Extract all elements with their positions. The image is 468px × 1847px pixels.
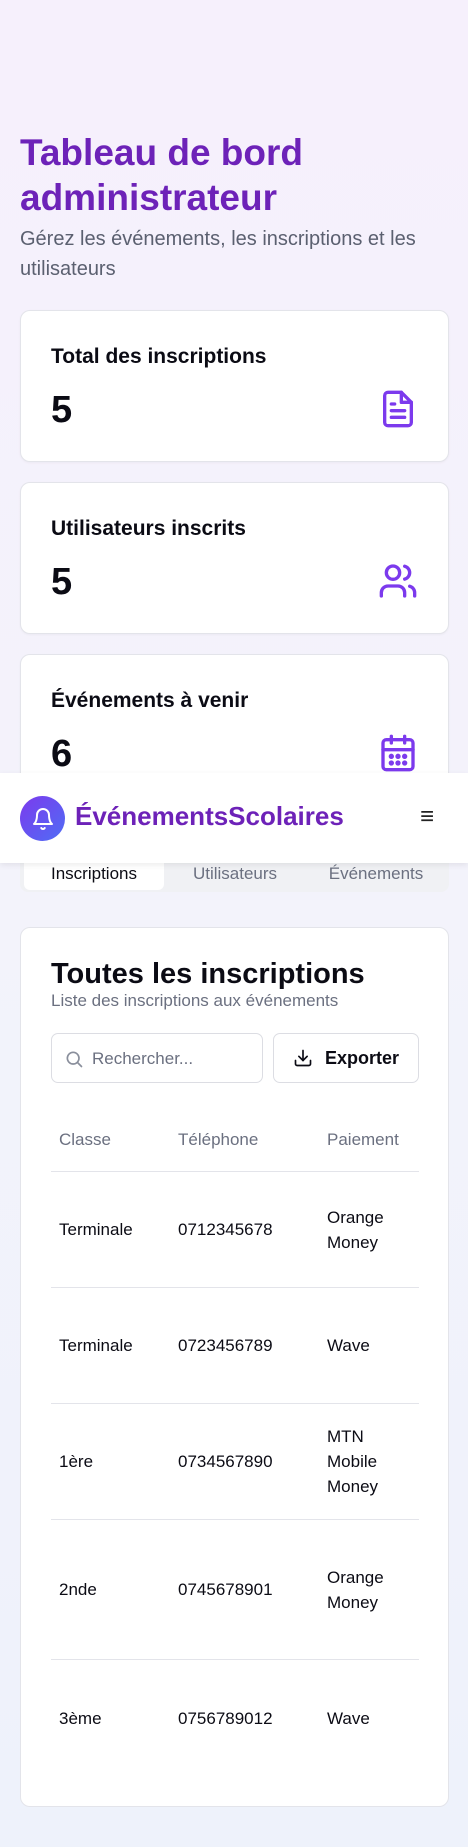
tab-list: Inscriptions Utilisateurs Événements: [20, 858, 449, 892]
table-row[interactable]: 2nde 0745678901 Orange Money: [51, 1520, 419, 1660]
cell-paiement: Orange Money: [327, 1567, 384, 1612]
cell-classe: Terminale: [59, 1336, 133, 1355]
cell-telephone: 0756789012: [178, 1708, 273, 1728]
navbar: ÉvénementsScolaires ≡: [0, 773, 468, 863]
cell-telephone: 0723456789: [178, 1336, 273, 1355]
table-row[interactable]: Terminale 0712345678 Orange Money: [51, 1172, 419, 1288]
cell-telephone: 0712345678: [178, 1220, 273, 1239]
cell-classe: 3ème: [59, 1708, 102, 1728]
stat-value: 6: [51, 733, 73, 775]
download-icon: [294, 1049, 312, 1067]
table-row[interactable]: Terminale 0723456789 Wave: [51, 1288, 419, 1404]
cell-paiement: MTN Mobile Money: [327, 1427, 379, 1496]
bell-icon[interactable]: [20, 796, 65, 841]
stat-value: 5: [51, 389, 73, 431]
card-title: Toutes les inscriptions: [51, 958, 365, 990]
column-header-telephone[interactable]: Téléphone: [178, 1108, 318, 1172]
stat-label: Événements à venir: [51, 689, 249, 712]
stat-label: Utilisateurs inscrits: [51, 517, 246, 540]
stat-card-utilisateurs: Utilisateurs inscrits 5: [20, 482, 449, 634]
inscriptions-card: Toutes les inscriptions Liste des inscri…: [20, 927, 449, 1807]
cell-classe: 1ère: [59, 1452, 94, 1471]
menu-icon[interactable]: ≡: [420, 803, 434, 831]
export-button[interactable]: Exporter: [273, 1033, 419, 1083]
page-header: Tableau de bord administrateur Gérez les…: [20, 130, 450, 284]
page-title: Tableau de bord administrateur: [20, 132, 304, 218]
cell-paiement: Wave: [327, 1336, 370, 1355]
cell-paiement: Orange Money: [327, 1207, 384, 1252]
brand-name[interactable]: ÉvénementsScolaires: [75, 801, 344, 832]
stat-value: 5: [51, 561, 73, 603]
cell-classe: Terminale: [59, 1220, 133, 1239]
table-row[interactable]: 1ère 0734567890 MTN Mobile Money: [51, 1404, 419, 1520]
search-box: [51, 1033, 263, 1083]
search-input[interactable]: [92, 1046, 252, 1072]
inscriptions-table: Classe Téléphone Paiement Terminale 0712…: [51, 1108, 419, 1776]
calendar-icon: [378, 733, 418, 773]
table-row[interactable]: 3ème 0756789012 Wave: [51, 1660, 419, 1776]
document-icon: [378, 389, 418, 429]
page-subtitle: Gérez les événements, les inscriptions e…: [20, 228, 416, 280]
table-header: Classe Téléphone Paiement: [51, 1108, 419, 1172]
export-label: Exporter: [324, 1047, 400, 1068]
users-icon: [378, 561, 418, 601]
cell-telephone: 0745678901: [178, 1580, 273, 1599]
cell-paiement: Wave: [327, 1708, 370, 1728]
cell-telephone: 0734567890: [178, 1452, 273, 1471]
cell-classe: 2nde: [59, 1580, 97, 1599]
stat-card-total-inscriptions: Total des inscriptions 5: [20, 310, 449, 462]
search-icon: [66, 1051, 83, 1068]
column-header-paiement[interactable]: Paiement: [327, 1108, 417, 1172]
column-header-classe[interactable]: Classe: [59, 1108, 169, 1172]
card-subtitle: Liste des inscriptions aux événements: [51, 991, 339, 1010]
stat-label: Total des inscriptions: [51, 345, 267, 368]
